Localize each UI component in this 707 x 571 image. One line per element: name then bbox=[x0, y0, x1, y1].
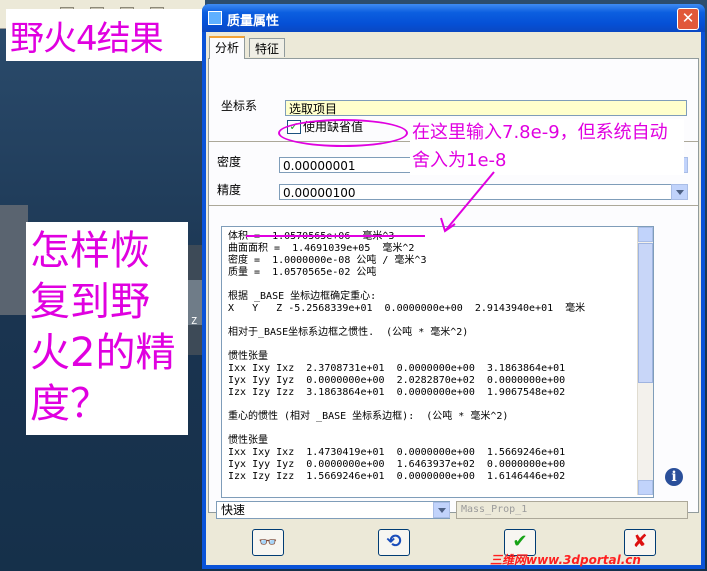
model-part-shape bbox=[0, 205, 28, 315]
dialog-app-icon bbox=[208, 11, 222, 25]
title-annotation-text: 野火4结果 bbox=[10, 19, 164, 59]
dialog-title: 质量属性 bbox=[227, 14, 280, 29]
coordinate-system-label: 坐标系 bbox=[221, 99, 258, 113]
speed-dropdown-arrow[interactable] bbox=[433, 502, 450, 518]
dialog-title-bar[interactable]: 质量属性 ✕ bbox=[202, 4, 705, 32]
precision-dropdown[interactable] bbox=[671, 184, 688, 200]
analysis-speed-select[interactable]: 快速 bbox=[216, 501, 450, 519]
site-watermark: 三维网www.3dportal.cn bbox=[490, 553, 641, 567]
scroll-up-button[interactable] bbox=[638, 227, 653, 242]
precision-input[interactable]: 0.00000100 bbox=[279, 184, 685, 200]
repeat-analysis-button[interactable]: ⟲ bbox=[378, 529, 410, 556]
results-text-area[interactable]: 体积 = 1.0570565e+06 毫米^3 曲面面积 = 1.4691039… bbox=[221, 226, 654, 498]
density-label: 密度 bbox=[217, 155, 242, 169]
info-icon[interactable]: i bbox=[665, 468, 683, 486]
results-scrollbar[interactable] bbox=[637, 227, 653, 495]
mass-properties-dialog: 质量属性 ✕ 分析 特征 坐标系 选取项目 ✓ 使用缺省值 密度 0.00000… bbox=[202, 4, 705, 569]
precision-label: 精度 bbox=[217, 183, 242, 197]
results-text: 体积 = 1.0570565e+06 毫米^3 曲面面积 = 1.4691039… bbox=[228, 231, 586, 482]
coordinate-system-field[interactable]: 选取项目 bbox=[285, 100, 687, 116]
tab-analysis[interactable]: 分析 bbox=[209, 36, 246, 59]
scroll-down-button[interactable] bbox=[638, 480, 653, 495]
question-annotation-text: 怎样恢复到野火2的精度？ bbox=[30, 228, 176, 427]
tab-feature[interactable]: 特征 bbox=[249, 38, 286, 57]
question-annotation-box: 怎样恢复到野火2的精度？ bbox=[26, 222, 188, 435]
preview-glasses-button[interactable]: 👓 bbox=[252, 529, 284, 556]
rounding-annotation: 在这里输入7.8e-9，但系统自动舍入为1e-8 bbox=[410, 119, 684, 175]
title-annotation-box: 野火4结果 bbox=[6, 9, 206, 61]
dialog-client-area: 分析 特征 坐标系 选取项目 ✓ 使用缺省值 密度 0.00000001 精度 … bbox=[206, 32, 701, 565]
analysis-name-field[interactable]: Mass_Prop_1 bbox=[456, 501, 688, 519]
coordinate-axis-label: Z bbox=[191, 316, 198, 327]
divider bbox=[209, 205, 698, 206]
close-button[interactable]: ✕ bbox=[677, 8, 699, 30]
density-highlight-ellipse bbox=[278, 119, 408, 147]
scroll-thumb[interactable] bbox=[638, 243, 653, 383]
